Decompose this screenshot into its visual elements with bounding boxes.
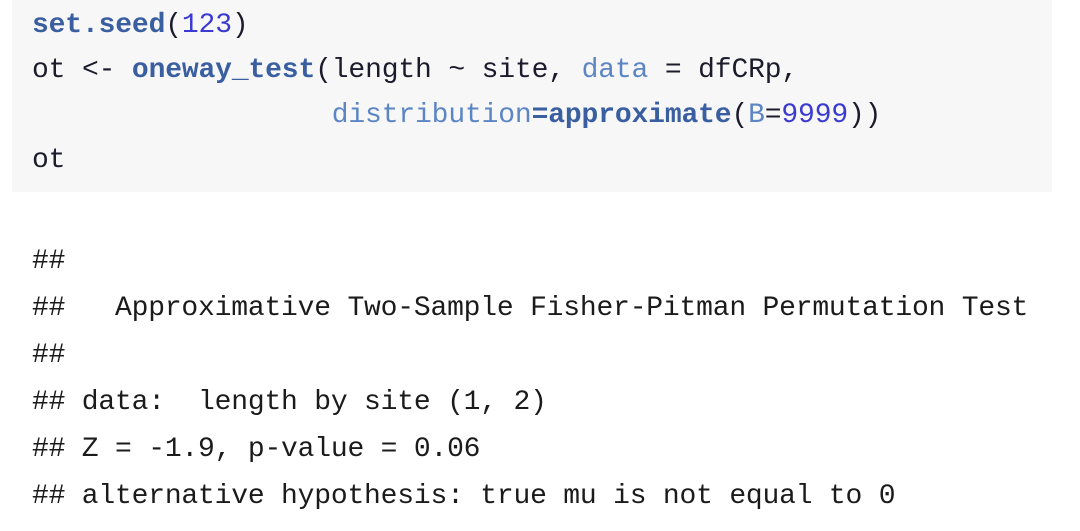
code-token-plain: ( [165,10,182,41]
output-line-blank-top: ## [32,246,82,277]
code-line-2: ot <- oneway_test(length ~ site, data = … [32,57,798,85]
code-token-plain: ot [32,145,66,176]
code-token-arg: distribution [331,100,532,131]
code-token-plain: ( [731,100,749,131]
code-token-num: 123 [181,10,232,41]
output-line-test-title: ## Approximative Two-Sample Fisher-Pitma… [32,293,1029,324]
code-token-plain: = dfCRp, [648,55,799,86]
code-token-arg: data [581,55,649,86]
code-line-4: ot [32,147,65,175]
code-line-1: set.seed(123) [32,12,249,40]
code-token-arg: B [748,100,765,131]
code-token-fn: =approximate [531,100,732,131]
code-token-fn: set.seed [32,10,166,41]
code-token-num: 9999 [781,100,849,131]
code-token-plain: )) [848,100,882,131]
code-output-page: set.seed(123) ot <- oneway_test(length ~… [0,0,1080,531]
output-line-data: ## data: length by site (1, 2) [32,387,547,418]
output-line-statistic: ## Z = -1.9, p-value = 0.06 [32,434,481,465]
code-line-3: distribution=approximate(B=9999)) [32,100,882,131]
code-token-plain: (length ~ site, [315,55,582,86]
code-token-plain: ot <- [32,55,132,86]
code-token-fn: oneway_test [131,55,316,86]
output-line-alternative: ## alternative hypothesis: true mu is no… [32,481,896,512]
code-token-plain: = [764,100,782,131]
code-token-plain: ) [231,10,249,41]
console-output: ## ## Approximative Two-Sample Fisher-Pi… [32,238,1072,520]
output-line-blank-mid: ## [32,340,82,371]
code-chunk: set.seed(123) ot <- oneway_test(length ~… [12,0,1052,192]
